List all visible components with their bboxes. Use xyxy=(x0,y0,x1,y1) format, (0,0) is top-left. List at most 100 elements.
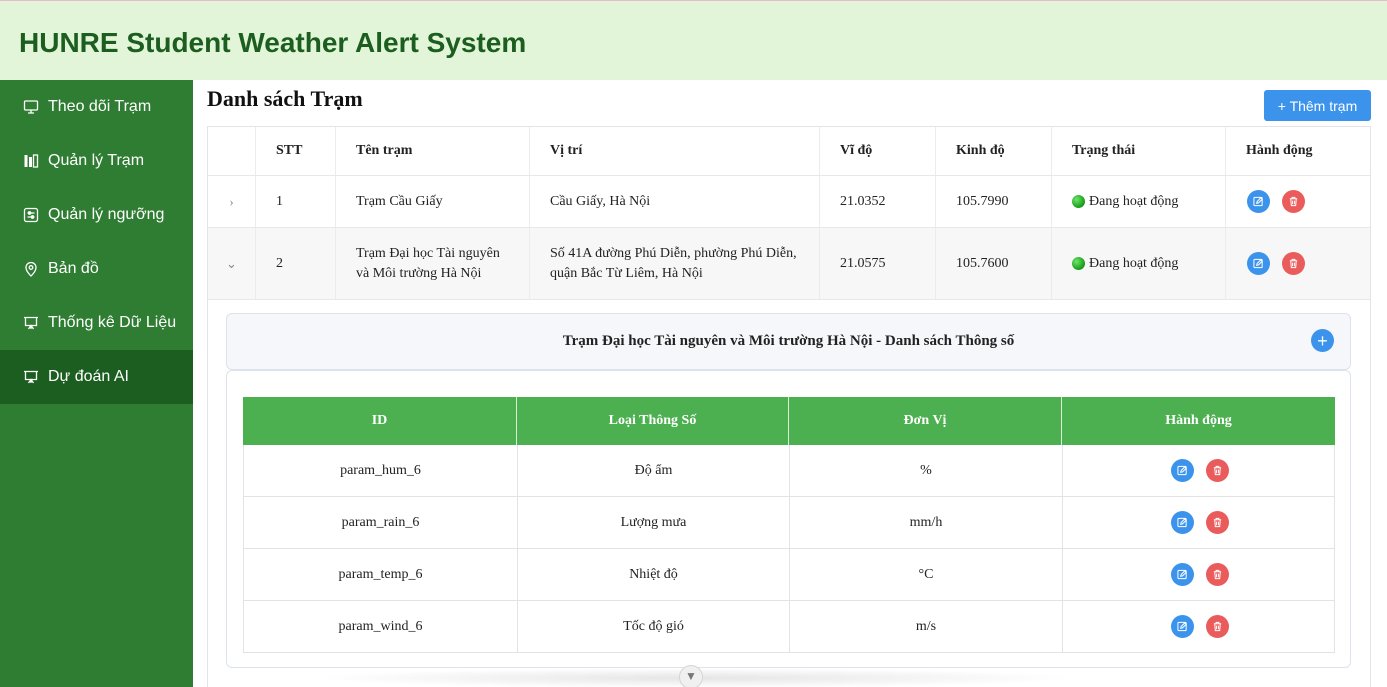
cell-stt: 2 xyxy=(256,228,336,299)
status-text: Đang hoạt động xyxy=(1089,193,1179,209)
status-active-icon xyxy=(1072,257,1085,270)
sliders-icon xyxy=(23,207,39,223)
sidebar-item-thong-ke-du-lieu[interactable]: Thống kê Dữ Liệu xyxy=(0,296,193,350)
location-line-1: Số 41A đường Phú Diễn, phường Phú Diễn, xyxy=(550,245,797,261)
param-type: Lượng mưa xyxy=(518,497,790,548)
param-header-type: Loại Thông Số xyxy=(517,397,789,445)
parameter-table-container: ID Loại Thông Số Đơn Vị Hành động param_… xyxy=(226,370,1351,668)
trash-icon xyxy=(1289,258,1298,269)
add-station-button[interactable]: + Thêm trạm xyxy=(1264,90,1371,121)
edit-button[interactable] xyxy=(1170,615,1194,638)
cell-status: Đang hoạt động xyxy=(1052,176,1226,227)
page-title: Danh sách Trạm xyxy=(207,86,363,111)
station-table: STT Tên trạm Vị trí Vĩ độ Kinh độ Trạng … xyxy=(207,126,1371,687)
sidebar-item-label: Dự đoán AI xyxy=(48,368,129,385)
delete-button[interactable] xyxy=(1205,563,1229,586)
delete-button[interactable] xyxy=(1205,615,1229,638)
trash-icon xyxy=(1213,517,1221,528)
sidebar-item-theo-doi-tram[interactable]: Theo dõi Trạm xyxy=(0,80,193,134)
table-row: › 1 Trạm Cầu Giấy Cầu Giấy, Hà Nội 21.03… xyxy=(208,176,1370,228)
param-unit: % xyxy=(790,445,1063,496)
header-location: Vị trí xyxy=(530,127,820,175)
edit-button[interactable] xyxy=(1170,563,1194,586)
monitor-icon xyxy=(23,99,39,115)
cell-actions xyxy=(1226,176,1370,227)
app-header: HUNRE Student Weather Alert System xyxy=(0,0,1387,80)
expand-row-button[interactable]: › xyxy=(208,176,256,227)
chevrons-down-icon: ▼ xyxy=(685,669,697,683)
presentation-icon xyxy=(23,369,39,385)
sidebar-item-du-doan-ai[interactable]: Dự đoán AI xyxy=(0,350,193,404)
delete-button[interactable] xyxy=(1282,190,1305,213)
param-type: Tốc độ gió xyxy=(518,601,790,652)
edit-icon xyxy=(1176,465,1187,476)
param-header-unit: Đơn Vị xyxy=(789,397,1062,445)
param-actions xyxy=(1063,497,1336,548)
param-type: Độ ẩm xyxy=(518,445,790,496)
header-stt: STT xyxy=(256,127,336,175)
parameter-list-header: Trạm Đại học Tài nguyên và Môi trường Hà… xyxy=(226,313,1351,370)
param-type: Nhiệt độ xyxy=(518,549,790,600)
name-line-1: Trạm Đại học Tài nguyên xyxy=(356,245,500,261)
edit-button[interactable] xyxy=(1170,459,1194,482)
delete-button[interactable] xyxy=(1282,252,1305,275)
edit-button[interactable] xyxy=(1247,252,1270,275)
cell-name: Trạm Cầu Giấy xyxy=(336,176,530,227)
parameter-row: param_rain_6 Lượng mưa mm/h xyxy=(243,497,1335,549)
delete-button[interactable] xyxy=(1205,511,1229,534)
cell-location: Số 41A đường Phú Diễn, phường Phú Diễn, … xyxy=(530,228,820,299)
sidebar-item-label: Theo dõi Trạm xyxy=(48,98,152,115)
trash-icon xyxy=(1213,621,1221,632)
param-unit: m/s xyxy=(790,601,1063,652)
sidebar-item-quan-ly-tram[interactable]: Quản lý Trạm xyxy=(0,134,193,188)
edit-button[interactable] xyxy=(1247,190,1270,213)
cell-lng: 105.7600 xyxy=(936,228,1052,299)
presentation-icon xyxy=(23,315,39,331)
parameter-table-header: ID Loại Thông Số Đơn Vị Hành động xyxy=(243,397,1335,445)
parameter-row: param_temp_6 Nhiệt độ °C xyxy=(243,549,1335,601)
sidebar-item-label: Quản lý ngưỡng xyxy=(48,206,165,223)
edit-button[interactable] xyxy=(1170,511,1194,534)
header-expand xyxy=(208,127,256,175)
edit-icon xyxy=(1176,517,1187,528)
trash-icon xyxy=(1213,465,1221,476)
param-header-id: ID xyxy=(243,397,517,445)
collapse-row-button[interactable]: ⌄ xyxy=(208,228,256,299)
edit-icon xyxy=(1253,258,1263,269)
param-header-actions: Hành động xyxy=(1165,413,1232,428)
param-unit: mm/h xyxy=(790,497,1063,548)
param-actions xyxy=(1063,601,1336,652)
param-id: param_hum_6 xyxy=(244,445,518,496)
scroll-down-button[interactable]: ▼ xyxy=(679,665,703,687)
add-parameter-button[interactable]: + xyxy=(1311,329,1334,352)
cell-location: Cầu Giấy, Hà Nội xyxy=(530,176,820,227)
header-status: Trạng thái xyxy=(1052,127,1226,175)
cell-name: Trạm Đại học Tài nguyên và Môi trường Hà… xyxy=(336,228,530,299)
delete-button[interactable] xyxy=(1205,459,1229,482)
trash-icon xyxy=(1213,569,1221,580)
header-lng: Kinh độ xyxy=(936,127,1052,175)
edit-icon xyxy=(1253,196,1263,207)
chevron-down-icon: ⌄ xyxy=(226,255,237,271)
param-actions xyxy=(1063,445,1336,496)
header-lat: Vĩ độ xyxy=(820,127,936,175)
param-unit: °C xyxy=(790,549,1063,600)
sidebar-item-quan-ly-nguong[interactable]: Quản lý ngưỡng xyxy=(0,188,193,242)
cell-actions xyxy=(1226,228,1370,299)
header-actions: Hành động xyxy=(1246,143,1313,158)
sidebar-item-label: Quản lý Trạm xyxy=(48,152,145,169)
app-title: HUNRE Student Weather Alert System xyxy=(19,27,527,58)
chevron-right-icon: › xyxy=(229,193,234,209)
parameter-table: ID Loại Thông Số Đơn Vị Hành động param_… xyxy=(243,397,1335,653)
sidebar-item-label: Thống kê Dữ Liệu xyxy=(48,314,177,331)
trash-icon xyxy=(1289,196,1298,207)
cell-status: Đang hoạt động xyxy=(1052,228,1226,299)
sidebar-item-label: Bản đồ xyxy=(48,260,99,277)
table-header-row: STT Tên trạm Vị trí Vĩ độ Kinh độ Trạng … xyxy=(208,127,1370,176)
table-row: ⌄ 2 Trạm Đại học Tài nguyên và Môi trườn… xyxy=(208,228,1370,300)
edit-icon xyxy=(1176,621,1187,632)
name-line-2: và Môi trường Hà Nội xyxy=(356,265,482,281)
sidebar-item-ban-do[interactable]: Bản đồ xyxy=(0,242,193,296)
cell-lat: 21.0352 xyxy=(820,176,936,227)
param-id: param_rain_6 xyxy=(244,497,518,548)
